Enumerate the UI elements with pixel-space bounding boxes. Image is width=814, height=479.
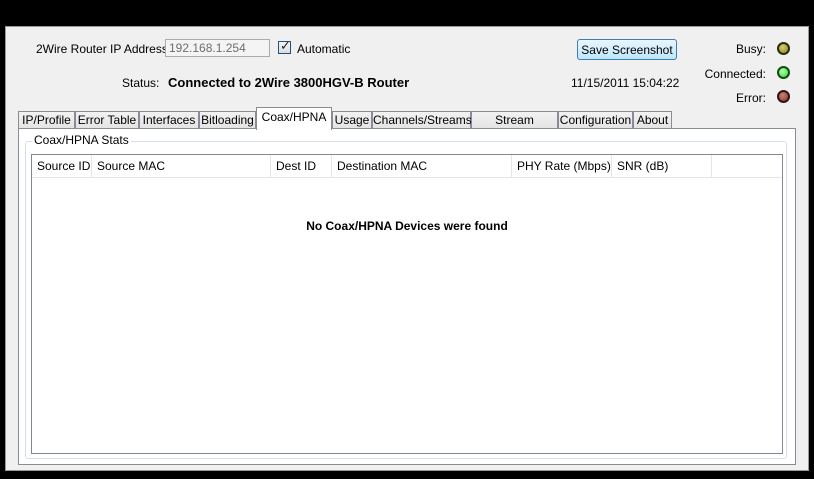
connected-indicator-icon (777, 66, 790, 79)
ip-address-label: 2Wire Router IP Address: (36, 42, 172, 56)
automatic-checkbox[interactable]: ✓ (278, 39, 291, 54)
tab-interfaces[interactable]: Interfaces (139, 111, 199, 129)
busy-indicator-icon (777, 42, 790, 55)
error-label: Error: (736, 91, 766, 105)
tab-bitloading[interactable]: Bitloading (199, 111, 256, 129)
ip-address-input[interactable]: 192.168.1.254 (165, 39, 270, 57)
tab-stream-analyzer[interactable]: Stream Analyzer (471, 111, 558, 143)
automatic-label: Automatic (297, 42, 351, 56)
empty-message: No Coax/HPNA Devices were found (306, 219, 508, 233)
coax-hpna-stats-group: Source ID Source MAC Dest ID Destination… (25, 141, 787, 459)
header-divider (32, 177, 782, 178)
tab-configuration[interactable]: Configuration (558, 111, 633, 129)
busy-label: Busy: (735, 42, 766, 56)
error-indicator-icon (777, 90, 790, 103)
group-title: Coax/HPNA Stats (32, 133, 131, 147)
tab-panel: Source ID Source MAC Dest ID Destination… (18, 128, 796, 465)
main-window: 2Wire Router IP Address: 192.168.1.254 ✓… (5, 26, 809, 471)
status-text: Connected to 2Wire 3800HGV-B Router (168, 75, 410, 90)
tab-ip-profile[interactable]: IP/Profile (18, 111, 75, 129)
column-header-source-id[interactable]: Source ID (32, 155, 92, 177)
tab-usage[interactable]: Usage (332, 111, 372, 129)
tab-error-table[interactable]: Error Table (75, 111, 139, 129)
connected-label: Connected: (704, 67, 766, 81)
tab-coax-hpna[interactable]: Coax/HPNA (256, 107, 332, 130)
column-header-dest-id[interactable]: Dest ID (271, 155, 332, 177)
tab-about[interactable]: About (633, 111, 672, 129)
timestamp: 11/15/2011 15:04:22 (571, 76, 680, 90)
save-screenshot-button[interactable]: Save Screenshot (577, 39, 677, 60)
column-header-source-mac[interactable]: Source MAC (92, 155, 271, 177)
tab-channels-streams[interactable]: Channels/Streams (372, 111, 472, 129)
status-label: Status: (122, 76, 160, 90)
column-header-snr[interactable]: SNR (dB) (612, 155, 712, 177)
column-header-destination-mac[interactable]: Destination MAC (332, 155, 512, 177)
devices-list[interactable]: Source ID Source MAC Dest ID Destination… (31, 154, 783, 454)
column-header-phy-rate[interactable]: PHY Rate (Mbps) (512, 155, 612, 177)
checkmark-icon: ✓ (280, 39, 291, 54)
